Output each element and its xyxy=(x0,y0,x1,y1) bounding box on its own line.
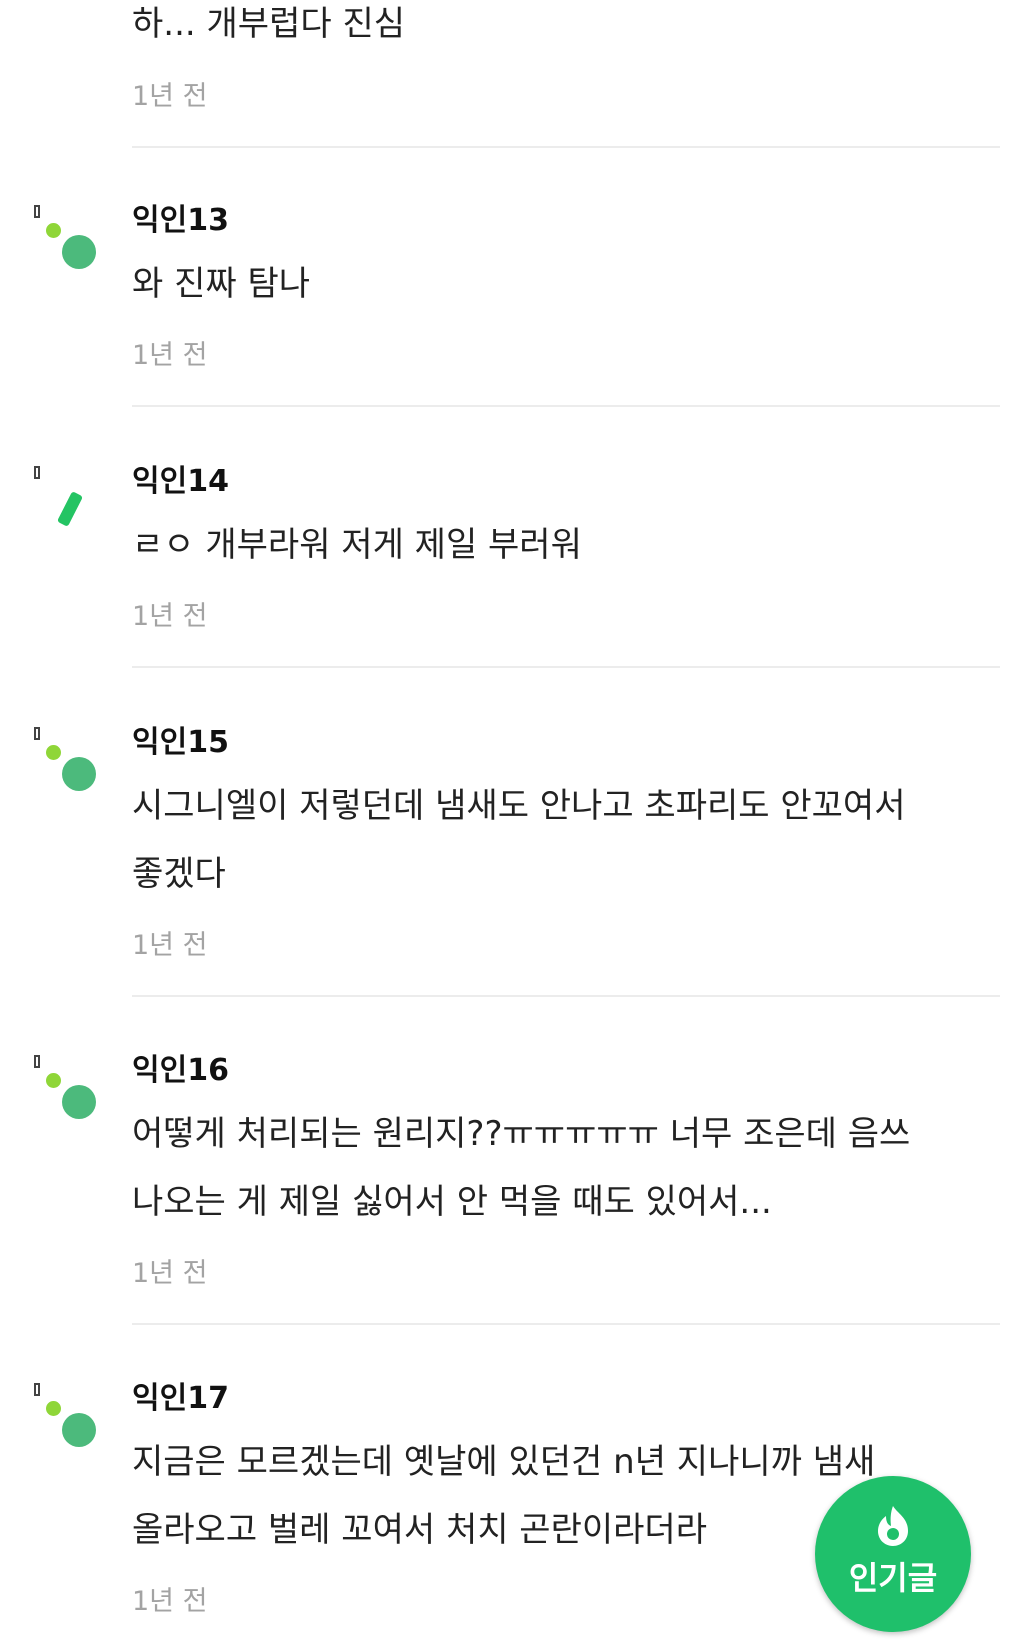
comment-text: 와 진짜 탐나 xyxy=(132,264,311,304)
comment-text: ㄹㅇ 개부라워 저게 제일 부러워 xyxy=(132,525,582,565)
avatar[interactable] xyxy=(30,466,100,536)
comment-time: 1년 전 xyxy=(132,601,208,632)
comment-time: 1년 전 xyxy=(132,930,208,961)
avatar-tick-icon xyxy=(34,205,40,218)
avatar-big-dot-icon xyxy=(62,757,96,791)
avatar-slash-icon xyxy=(56,491,84,527)
comment-author[interactable]: 익인14 xyxy=(132,463,229,501)
avatar-small-dot-icon xyxy=(46,1401,61,1416)
comment-time: 1년 전 xyxy=(132,1586,208,1617)
comment-time: 1년 전 xyxy=(132,81,208,112)
avatar-big-dot-icon xyxy=(62,235,96,269)
comment-list-page: 하... 개부럽다 진심 1년 전 익인13 와 진짜 탐나 1년 전 익인14… xyxy=(0,0,1024,1643)
comment-author[interactable]: 익인13 xyxy=(132,202,229,240)
divider xyxy=(132,995,1000,997)
comment-time: 1년 전 xyxy=(132,1258,208,1289)
divider xyxy=(132,405,1000,407)
avatar-tick-icon xyxy=(34,1383,40,1396)
popular-posts-button[interactable]: 인기글 xyxy=(815,1476,971,1632)
avatar-tick-icon xyxy=(34,1055,40,1068)
flame-icon xyxy=(878,1506,908,1546)
comment-author[interactable]: 익인17 xyxy=(132,1380,229,1418)
avatar-big-dot-icon xyxy=(62,1085,96,1119)
divider xyxy=(132,1323,1000,1325)
avatar[interactable] xyxy=(30,1383,100,1453)
avatar[interactable] xyxy=(30,205,100,275)
avatar[interactable] xyxy=(30,727,100,797)
comment-author[interactable]: 익인16 xyxy=(132,1052,229,1090)
avatar-tick-icon xyxy=(34,466,40,479)
comment-text: 시그니엘이 저렇던데 냄새도 안나고 초파리도 안꼬여서 좋겠다 xyxy=(132,786,906,894)
avatar[interactable] xyxy=(30,0,100,4)
comment-text: 어떻게 처리되는 원리지??ㅠㅠㅠㅠㅠ 너무 조은데 음쓰 나오는 게 제일 싫… xyxy=(132,1114,911,1222)
comment-text: 하... 개부럽다 진심 xyxy=(132,4,405,44)
avatar-small-dot-icon xyxy=(46,223,61,238)
divider xyxy=(132,146,1000,148)
comment-author[interactable]: 익인15 xyxy=(132,724,229,762)
comment-time: 1년 전 xyxy=(132,340,208,371)
avatar-big-dot-icon xyxy=(62,1413,96,1447)
avatar-tick-icon xyxy=(34,727,40,740)
avatar[interactable] xyxy=(30,1055,100,1125)
popular-posts-label: 인기글 xyxy=(848,1559,938,1597)
avatar-small-dot-icon xyxy=(46,1073,61,1088)
avatar-small-dot-icon xyxy=(46,745,61,760)
divider xyxy=(132,666,1000,668)
